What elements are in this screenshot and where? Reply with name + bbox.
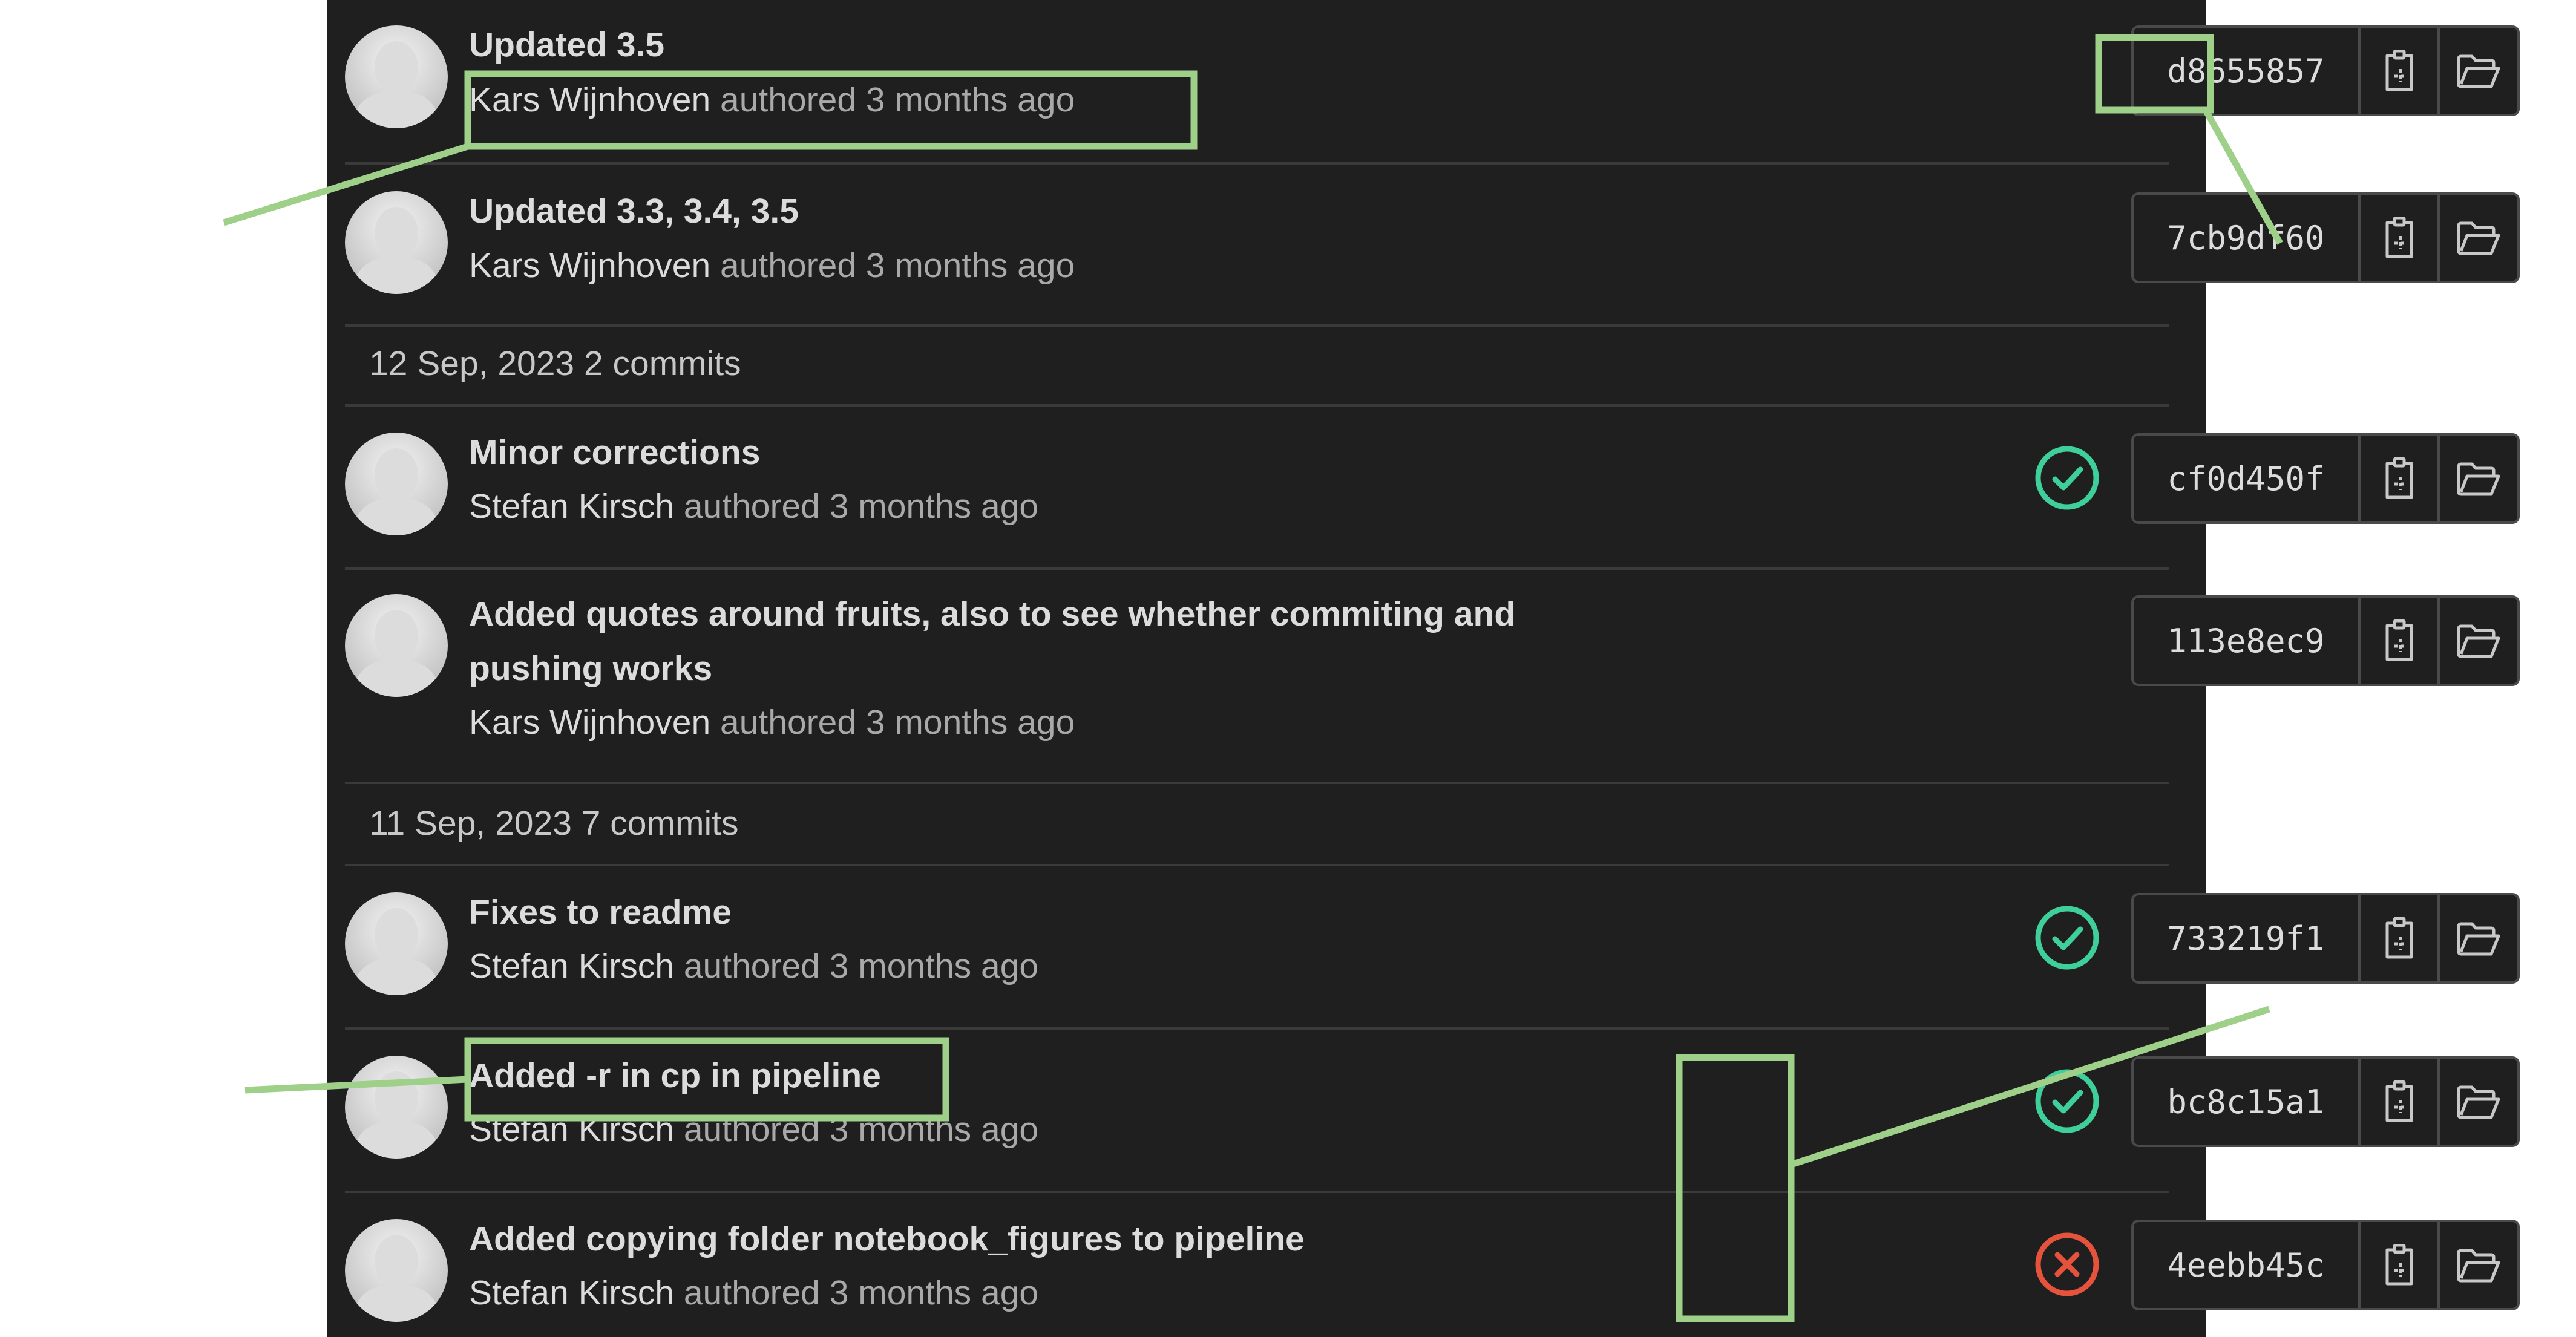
- commit-row: Updated 3.5 Kars Wijnhoven authored 3 mo…: [345, 0, 2520, 165]
- commit-row: Updated 3.3, 3.4, 3.5 Kars Wijnhoven aut…: [345, 162, 2520, 327]
- folder-icon: [2456, 1247, 2501, 1283]
- commit-title[interactable]: Updated 3.3, 3.4, 3.5: [469, 183, 799, 239]
- date-group-label: 12 Sep, 2023 2 commits: [369, 344, 741, 383]
- commit-title[interactable]: Updated 3.5: [469, 17, 664, 73]
- commit-title-line2[interactable]: pushing works: [469, 641, 712, 696]
- folder-icon: [2456, 220, 2501, 256]
- copy-sha-button[interactable]: [2361, 28, 2438, 114]
- copy-sha-button[interactable]: [2361, 1059, 2438, 1145]
- commit-sha-group: d8655857: [2131, 25, 2520, 116]
- commit-title[interactable]: Fixes to readme: [469, 884, 732, 940]
- commit-sha-group: 4eebb45c: [2131, 1220, 2520, 1310]
- clipboard-icon: [2381, 917, 2417, 959]
- copy-sha-button[interactable]: [2361, 436, 2438, 521]
- avatar[interactable]: [345, 892, 448, 995]
- author-name[interactable]: Stefan Kirsch: [469, 1273, 674, 1312]
- commit-row: Added copying folder notebook_figures to…: [345, 1193, 2520, 1337]
- commit-sha[interactable]: 733219f1: [2134, 895, 2361, 981]
- author-name[interactable]: Kars Wijnhoven: [469, 80, 710, 119]
- commit-sha[interactable]: bc8c15a1: [2134, 1059, 2361, 1145]
- authored-time: authored 3 months ago: [683, 1273, 1039, 1312]
- avatar[interactable]: [345, 1056, 448, 1159]
- commit-row: Fixes to readme Stefan Kirsch authored 3…: [345, 866, 2520, 1030]
- commit-sha[interactable]: d8655857: [2134, 28, 2361, 114]
- author-name[interactable]: Stefan Kirsch: [469, 947, 674, 986]
- commit-title[interactable]: Added copying folder notebook_figures to…: [469, 1211, 1305, 1267]
- folder-icon: [2456, 460, 2501, 497]
- pipeline-failed-icon[interactable]: [2031, 1228, 2103, 1301]
- browse-files-button[interactable]: [2437, 436, 2517, 521]
- authored-time: authored 3 months ago: [720, 80, 1075, 119]
- clipboard-icon: [2381, 1244, 2417, 1286]
- commit-sha[interactable]: 7cb9df60: [2134, 195, 2361, 281]
- clipboard-icon: [2381, 50, 2417, 92]
- copy-sha-button[interactable]: [2361, 895, 2438, 981]
- commit-title[interactable]: Added -r in cp in pipeline: [469, 1048, 881, 1103]
- copy-sha-button[interactable]: [2361, 598, 2438, 684]
- browse-files-button[interactable]: [2437, 1222, 2517, 1308]
- commit-sha[interactable]: 113e8ec9: [2134, 598, 2361, 684]
- commit-sha-group: bc8c15a1: [2131, 1056, 2520, 1147]
- authored-time: authored 3 months ago: [720, 703, 1075, 742]
- folder-icon: [2456, 920, 2501, 956]
- authored-time: authored 3 months ago: [683, 487, 1039, 526]
- browse-files-button[interactable]: [2437, 598, 2517, 684]
- pipeline-passed-icon[interactable]: [2031, 1065, 2103, 1137]
- date-group-label: 11 Sep, 2023 7 commits: [369, 804, 739, 843]
- author-name[interactable]: Stefan Kirsch: [469, 487, 674, 526]
- commit-sha-group: cf0d450f: [2131, 433, 2520, 524]
- commit-author-line: Stefan Kirsch authored 3 months ago: [469, 1266, 1038, 1320]
- commit-sha[interactable]: 4eebb45c: [2134, 1222, 2361, 1308]
- commit-row: Added -r in cp in pipeline Stefan Kirsch…: [345, 1030, 2520, 1193]
- folder-icon: [2456, 53, 2501, 89]
- folder-icon: [2456, 1084, 2501, 1120]
- authored-time: authored 3 months ago: [683, 947, 1039, 986]
- browse-files-button[interactable]: [2437, 195, 2517, 281]
- commit-title-line1[interactable]: Added quotes around fruits, also to see …: [469, 586, 1515, 642]
- date-group-header: 12 Sep, 2023 2 commits: [345, 324, 2169, 407]
- commit-row: Minor corrections Stefan Kirsch authored…: [345, 407, 2520, 570]
- commit-author-line: Stefan Kirsch authored 3 months ago: [469, 479, 1038, 534]
- browse-files-button[interactable]: [2437, 1059, 2517, 1145]
- commit-sha-group: 113e8ec9: [2131, 595, 2520, 686]
- commit-title[interactable]: Minor corrections: [469, 425, 760, 480]
- clipboard-icon: [2381, 457, 2417, 500]
- avatar[interactable]: [345, 25, 448, 128]
- commit-author-line: Kars Wijnhoven authored 3 months ago: [469, 238, 1075, 293]
- commit-sha-group: 7cb9df60: [2131, 192, 2520, 283]
- date-group-header: 11 Sep, 2023 7 commits: [345, 784, 2169, 866]
- commit-author-line: Stefan Kirsch authored 3 months ago: [469, 1102, 1038, 1157]
- browse-files-button[interactable]: [2437, 28, 2517, 114]
- clipboard-icon: [2381, 217, 2417, 259]
- copy-sha-button[interactable]: [2361, 195, 2438, 281]
- commit-author-line: Kars Wijnhoven authored 3 months ago: [469, 73, 1075, 127]
- commit-author-line: Stefan Kirsch authored 3 months ago: [469, 939, 1038, 993]
- commit-sha-group: 733219f1: [2131, 893, 2520, 984]
- avatar[interactable]: [345, 433, 448, 535]
- avatar[interactable]: [345, 1219, 448, 1322]
- authored-time: authored 3 months ago: [720, 246, 1075, 285]
- copy-sha-button[interactable]: [2361, 1222, 2438, 1308]
- author-name[interactable]: Stefan Kirsch: [469, 1110, 674, 1149]
- pipeline-passed-icon[interactable]: [2031, 901, 2103, 974]
- authored-time: authored 3 months ago: [683, 1110, 1039, 1149]
- avatar[interactable]: [345, 594, 448, 697]
- author-name[interactable]: Kars Wijnhoven: [469, 703, 710, 742]
- commit-author-line: Kars Wijnhoven authored 3 months ago: [469, 695, 1075, 750]
- commit-sha[interactable]: cf0d450f: [2134, 436, 2361, 521]
- pipeline-passed-icon[interactable]: [2031, 442, 2103, 514]
- folder-icon: [2456, 623, 2501, 659]
- author-name[interactable]: Kars Wijnhoven: [469, 246, 710, 285]
- commit-row: Added quotes around fruits, also to see …: [345, 570, 2520, 784]
- commit-list-panel: Updated 3.5 Kars Wijnhoven authored 3 mo…: [327, 0, 2520, 1337]
- avatar[interactable]: [345, 191, 448, 294]
- clipboard-icon: [2381, 619, 2417, 662]
- browse-files-button[interactable]: [2437, 895, 2517, 981]
- clipboard-icon: [2381, 1080, 2417, 1123]
